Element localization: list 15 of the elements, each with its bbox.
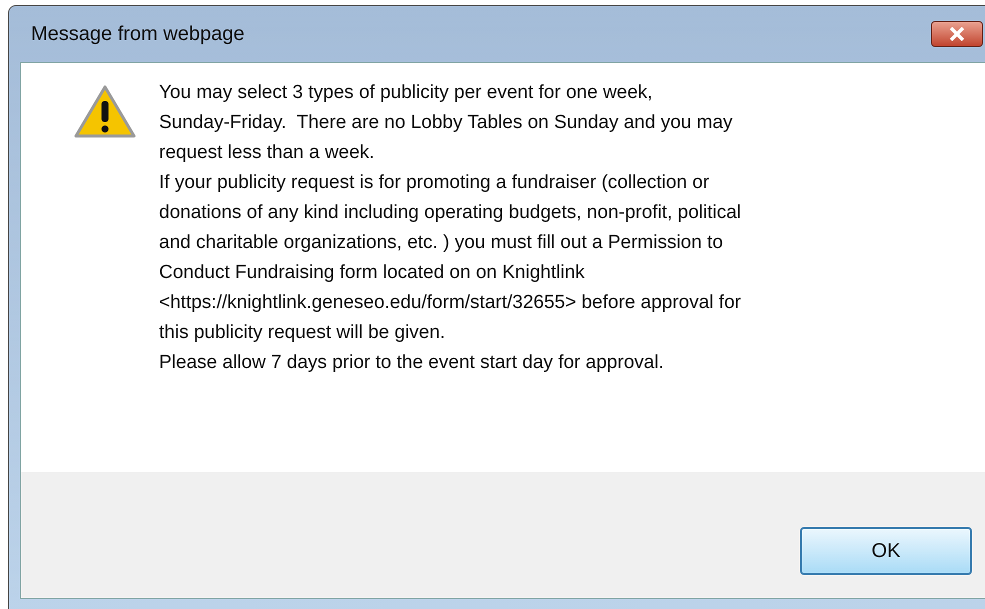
message-text: and charitable organizations, etc. ) you must fill out a Permission to — [159, 231, 724, 255]
message-text: If your publicity request is for promoting a fundraiser (collection or — [159, 171, 710, 195]
message-text: Sunday-Friday. There are no Lobby Tables on Sunday and you may — [159, 111, 734, 135]
ok-button[interactable]: OK — [800, 527, 972, 575]
message-text: Please allow 7 days prior to the event start day for approval. — [159, 351, 665, 375]
message-text: this publicity request will be given. — [159, 321, 446, 345]
close-button[interactable] — [931, 21, 983, 47]
message-text: request less than a week. — [159, 141, 376, 165]
close-icon — [949, 27, 965, 41]
window-title: Message from webpage — [31, 22, 244, 47]
message-text: Conduct Fundraising form located on on Knightlink — [159, 261, 586, 285]
warning-icon — [73, 84, 137, 140]
message-text: You may select 3 types of publicity per event for one week, — [159, 81, 654, 105]
message-text: donations of any kind including operating budgets, non-profit, political — [159, 201, 741, 225]
message-text: <https://knightlink.geneseo.edu/form/start/32655> before approval for — [159, 291, 741, 315]
